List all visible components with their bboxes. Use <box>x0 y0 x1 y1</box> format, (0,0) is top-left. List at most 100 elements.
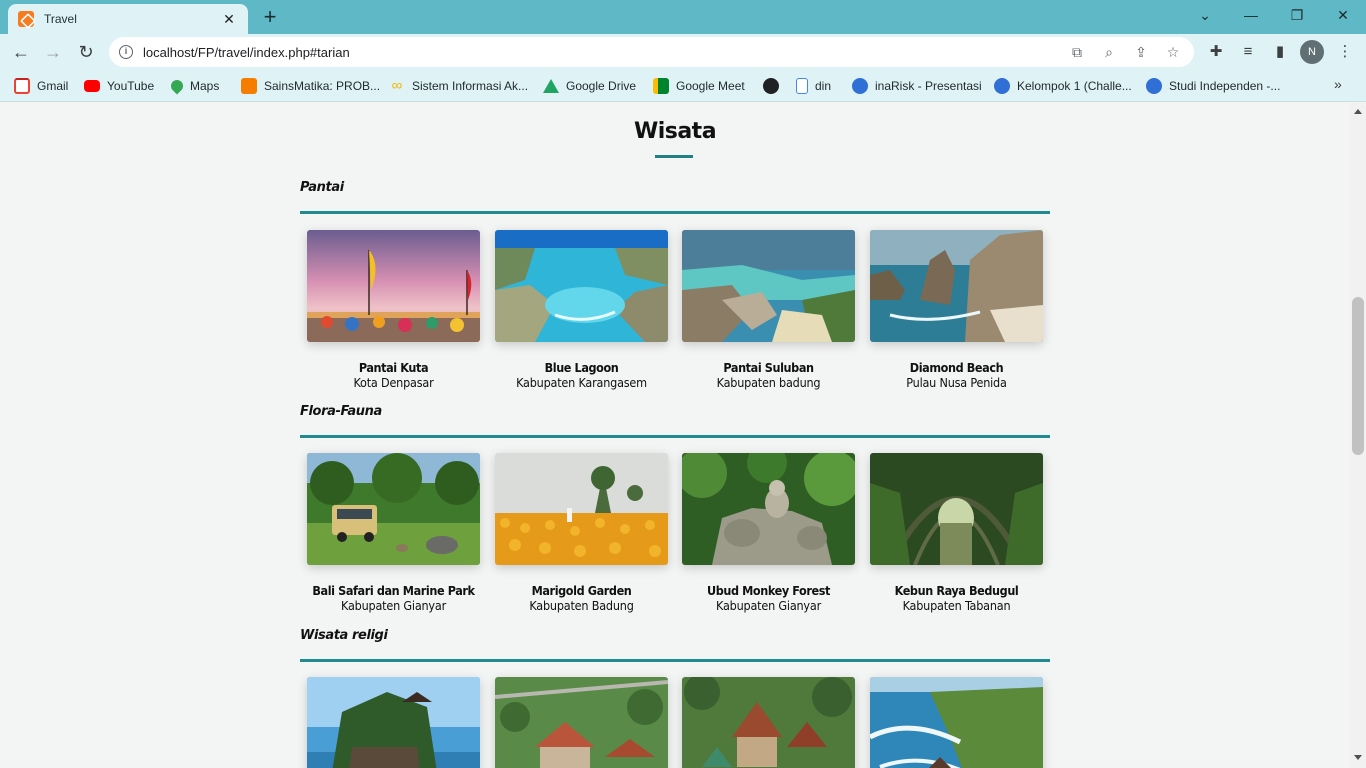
beach-sunset-photo[interactable] <box>307 230 480 342</box>
scrollbar-thumb[interactable] <box>1352 297 1364 455</box>
category-title-wisata-religi: Wisata religi <box>300 628 388 643</box>
infinity-icon: ∞ <box>391 77 403 94</box>
menu-kebab-icon[interactable]: ⋮ <box>1332 39 1358 65</box>
bookmark-star-icon[interactable]: ☆ <box>1162 41 1184 63</box>
site-info-icon[interactable]: i <box>119 45 133 59</box>
back-button[interactable]: ← <box>8 39 34 65</box>
forward-button[interactable]: → <box>40 39 66 65</box>
bookmark-label: Kelompok 1 (Challe... <box>1017 79 1132 93</box>
destination-name: Marigold Garden <box>531 583 632 598</box>
destination-name: Ubud Monkey Forest <box>706 583 831 598</box>
bookmark-google-meet[interactable]: Google Meet <box>653 76 745 96</box>
bookmark-label: Studi Independen -... <box>1169 79 1281 93</box>
extensions-icon[interactable]: ✚ <box>1203 39 1229 65</box>
monkey-forest-photo[interactable] <box>682 453 855 565</box>
bookmark-inarisk[interactable]: inaRisk - Presentasi <box>852 76 982 96</box>
close-window-button[interactable]: ✕ <box>1328 4 1358 28</box>
bookmark-label: Sistem Informasi Ak... <box>412 79 529 93</box>
bookmark-studi-independen[interactable]: Studi Independen -... <box>1146 76 1280 96</box>
bookmark-kelompok-1[interactable]: Kelompok 1 (Challe... <box>994 76 1132 96</box>
destination-location: Kabupaten Karangasem <box>516 375 647 390</box>
drive-icon <box>543 79 559 93</box>
page-title: Wisata <box>633 119 717 144</box>
tab-title: Travel <box>44 12 77 26</box>
category-title-pantai: Pantai <box>300 180 344 195</box>
destination-name: Pantai Kuta <box>358 360 429 375</box>
temple-roofs-photo[interactable] <box>682 677 855 768</box>
canva-icon <box>852 78 868 94</box>
page-scrollbar[interactable] <box>1350 103 1366 768</box>
cliff-temple-photo[interactable] <box>870 677 1043 768</box>
destination-name: Kebun Raya Bedugul <box>894 583 1019 598</box>
bookmark-youtube[interactable]: YouTube <box>84 76 154 96</box>
bookmark-maps[interactable]: Maps <box>168 76 219 96</box>
temple-aerial-photo[interactable] <box>495 677 668 768</box>
gmail-icon <box>14 78 30 94</box>
bookmarks-bar: Gmail YouTube Maps SainsMatika: PROB... … <box>0 70 1366 102</box>
maps-icon <box>168 77 186 95</box>
canva-icon <box>1146 78 1162 94</box>
category-title-flora-fauna: Flora-Fauna <box>300 404 382 419</box>
destination-location: Kabupaten Gianyar <box>341 598 446 613</box>
browser-toolbar: ← → ↻ i localhost/FP/travel/index.php#ta… <box>0 34 1366 70</box>
card-caption: Diamond Beach Pulau Nusa Penida <box>850 360 1063 390</box>
tab-search-chevron-icon[interactable]: ⌄ <box>1190 4 1220 28</box>
botanical-garden-photo[interactable] <box>870 453 1043 565</box>
side-panel-icon[interactable]: ▮ <box>1267 39 1293 65</box>
category-divider <box>300 435 1050 438</box>
bookmark-label: Google Drive <box>566 79 637 93</box>
rocky-beach-photo[interactable] <box>682 230 855 342</box>
meet-icon <box>653 78 669 94</box>
card-caption: Bali Safari dan Marine Park Kabupaten Gi… <box>287 583 500 613</box>
new-tab-button[interactable]: + <box>259 6 281 29</box>
bookmark-din[interactable]: din <box>796 76 831 96</box>
cliff-beach-photo[interactable] <box>870 230 1043 342</box>
bookmark-label: Google Meet <box>676 79 745 93</box>
bookmark-label: inaRisk - Presentasi <box>875 79 982 93</box>
lagoon-photo[interactable] <box>495 230 668 342</box>
bookmark-sainsmatika[interactable]: SainsMatika: PROB... <box>241 76 380 96</box>
bookmark-google-drive[interactable]: Google Drive <box>543 76 636 96</box>
destination-location: Kota Denpasar <box>353 375 434 390</box>
share-icon[interactable]: ⇪ <box>1130 41 1152 63</box>
destination-name: Pantai Suluban <box>723 360 814 375</box>
canva-icon <box>994 78 1010 94</box>
destination-location: Pulau Nusa Penida <box>906 375 1007 390</box>
minimize-button[interactable]: — <box>1236 4 1266 28</box>
bookmark-sistem-informasi[interactable]: ∞ Sistem Informasi Ak... <box>389 76 528 96</box>
destination-name: Bali Safari dan Marine Park <box>312 583 475 598</box>
marigold-photo[interactable] <box>495 453 668 565</box>
restore-button[interactable]: ❐ <box>1282 4 1312 28</box>
browser-tab[interactable]: Travel ✕ <box>8 4 248 34</box>
bookmark-globe[interactable] <box>763 76 786 96</box>
profile-avatar[interactable]: N <box>1300 40 1324 64</box>
category-divider <box>300 659 1050 662</box>
document-icon <box>796 78 808 94</box>
sea-temple-photo[interactable] <box>307 677 480 768</box>
page-viewport: Wisata Pantai Pantai Kuta Kota Denpasar <box>0 103 1350 768</box>
tab-strip: Travel ✕ + ⌄ — ❐ ✕ <box>0 0 1366 34</box>
more-bookmarks-chevron-icon[interactable]: » <box>1334 76 1342 92</box>
address-bar[interactable]: i localhost/FP/travel/index.php#tarian ⧉… <box>109 37 1194 67</box>
destination-location: Kabupaten Gianyar <box>716 598 821 613</box>
card-caption: Blue Lagoon Kabupaten Karangasem <box>475 360 688 390</box>
scroll-up-arrow-icon[interactable] <box>1354 109 1362 114</box>
card-caption: Pantai Kuta Kota Denpasar <box>287 360 500 390</box>
translate-icon[interactable]: ⧉ <box>1066 41 1088 63</box>
card-caption: Marigold Garden Kabupaten Badung <box>475 583 688 613</box>
bookmark-label: SainsMatika: PROB... <box>264 79 381 93</box>
scroll-down-arrow-icon[interactable] <box>1354 755 1362 760</box>
url-text[interactable]: localhost/FP/travel/index.php#tarian <box>143 45 1066 60</box>
card-caption: Kebun Raya Bedugul Kabupaten Tabanan <box>850 583 1063 613</box>
zoom-icon[interactable]: ⌕ <box>1098 41 1120 63</box>
bookmark-gmail[interactable]: Gmail <box>14 76 68 96</box>
category-divider <box>300 211 1050 214</box>
media-queue-icon[interactable]: ≡ <box>1235 39 1261 65</box>
close-tab-icon[interactable]: ✕ <box>220 11 238 28</box>
safari-photo[interactable] <box>307 453 480 565</box>
card-caption: Ubud Monkey Forest Kabupaten Gianyar <box>662 583 875 613</box>
reload-button[interactable]: ↻ <box>73 39 99 65</box>
xampp-favicon-icon <box>18 11 34 27</box>
bookmark-label: Gmail <box>37 79 69 93</box>
destination-location: Kabupaten badung <box>716 375 821 390</box>
